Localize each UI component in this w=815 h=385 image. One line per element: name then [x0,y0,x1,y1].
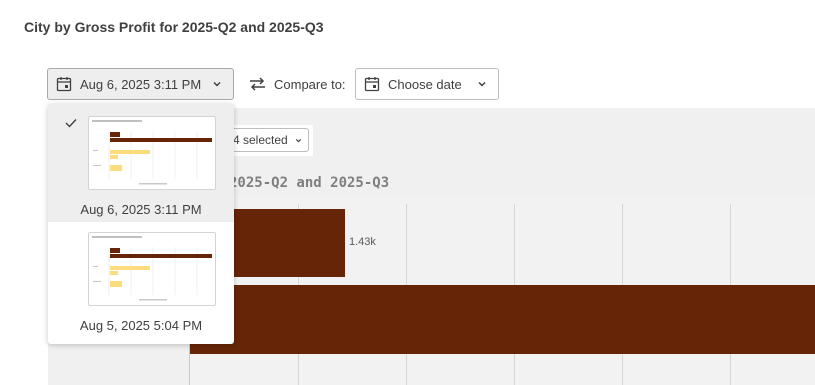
swap-icon [249,76,266,92]
snapshot-label: Aug 6, 2025 3:11 PM [80,202,202,217]
chevron-down-icon [211,78,223,90]
snapshot-date-dropdown[interactable]: Aug 6, 2025 3:11 PM [47,68,234,100]
checkmark-icon [64,117,78,129]
preview-chart-title: 2025-Q2 and 2025-Q3 [229,175,390,191]
snapshot-dropdown-menu: Aug 6, 2025 3:11 PM Aug 5, 2025 5:04 PM [48,104,234,344]
choose-date-placeholder: Choose date [388,76,462,92]
page-title: City by Gross Profit for 2025-Q2 and 202… [24,19,324,35]
snapshot-option[interactable]: Aug 5, 2025 5:04 PM [48,222,234,340]
bar-value-label: 1.43k [349,236,376,248]
chart-bar [190,285,815,354]
chevron-down-icon [476,78,488,90]
snapshot-label: Aug 5, 2025 5:04 PM [79,318,203,333]
snapshot-option[interactable]: Aug 6, 2025 3:11 PM [48,104,234,222]
calendar-icon [364,76,380,92]
snapshot-thumbnail [88,232,216,306]
filter-label: 4 selected [233,133,288,147]
snapshot-thumbnail [88,116,216,190]
calendar-icon [56,76,72,92]
snapshot-date-value: Aug 6, 2025 3:11 PM [80,76,202,92]
compare-to-label: Compare to: [274,77,346,92]
chevron-down-icon [294,136,303,145]
filter-pill[interactable]: 4 selected [226,128,309,152]
choose-date-dropdown[interactable]: Choose date [355,68,499,100]
